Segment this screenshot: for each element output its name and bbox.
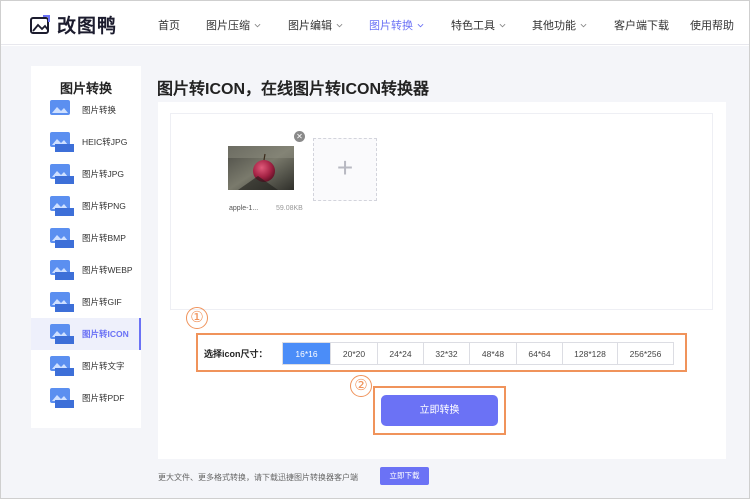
- size-option[interactable]: 16*16: [283, 343, 331, 364]
- nav-home[interactable]: 首页: [158, 17, 180, 33]
- chevron-down-icon: [499, 23, 506, 27]
- sidebar-item-label: 图片转ICON: [82, 329, 129, 339]
- nav-label: 其他功能: [532, 20, 576, 32]
- image-thumbnail: [228, 146, 294, 190]
- sidebar-item-图片转webp[interactable]: 图片转WEBP: [31, 254, 141, 286]
- sidebar-item-图片转jpg[interactable]: 图片转JPG: [31, 158, 141, 190]
- chevron-down-icon: [336, 23, 343, 27]
- size-option[interactable]: 48*48: [470, 343, 517, 364]
- sidebar-item-图片转文字[interactable]: 图片转文字: [31, 350, 141, 382]
- nav-client-download[interactable]: 客户端下载: [614, 17, 669, 33]
- image-png-icon: [50, 196, 74, 216]
- icon-size-options: 16*16 20*20 24*24 32*32 48*48 64*64 128*128 256…: [282, 342, 674, 365]
- nav-label: 使用帮助: [690, 20, 734, 32]
- convert-now-button[interactable]: 立即转换: [381, 395, 498, 426]
- apple-photo-icon: [228, 146, 294, 190]
- sidebar-item-label: 图片转PNG: [82, 201, 126, 211]
- sidebar-item-label: 图片转BMP: [82, 233, 126, 243]
- file-name: apple-1...: [229, 205, 259, 212]
- nav-label: 图片压缩: [206, 20, 250, 32]
- logo-icon: [30, 14, 50, 34]
- chevron-down-icon: [417, 23, 424, 27]
- sidebar-item-label: 图片转WEBP: [82, 265, 133, 275]
- image-pdf-icon: [50, 388, 74, 408]
- nav-label: 首页: [158, 20, 180, 32]
- sidebar-item-label: 图片转PDF: [82, 393, 125, 403]
- size-option[interactable]: 20*20: [331, 343, 378, 364]
- image-jpg-icon: [50, 164, 74, 184]
- file-size: 59.08KB: [276, 205, 303, 212]
- image-convert-icon: [50, 100, 70, 115]
- size-option[interactable]: 128*128: [563, 343, 618, 364]
- sidebar-item-图片转png[interactable]: 图片转PNG: [31, 190, 141, 222]
- sidebar-item-heic转jpg[interactable]: HEIC转JPG: [31, 126, 141, 158]
- step-2-marker: ②: [350, 375, 372, 397]
- nav-label: 特色工具: [451, 20, 495, 32]
- sidebar-item-label: 图片转JPG: [82, 169, 125, 179]
- step-1-marker: ①: [186, 307, 208, 329]
- sidebar-item-label: 图片转GIF: [82, 297, 122, 307]
- remove-image-button[interactable]: ✕: [294, 131, 305, 142]
- download-now-button[interactable]: 立即下载: [380, 467, 429, 485]
- sidebar-item-label: HEIC转JPG: [82, 137, 128, 147]
- size-option[interactable]: 256*256: [618, 343, 673, 364]
- sidebar-item-label: 图片转换: [82, 105, 117, 115]
- nav-help[interactable]: 使用帮助: [690, 17, 734, 33]
- nav-image-convert[interactable]: 图片转换: [369, 17, 424, 33]
- nav-special-tools[interactable]: 特色工具: [451, 17, 506, 33]
- logo-text: 改图鸭: [57, 16, 118, 37]
- top-header: 改图鸭 首页 图片压缩 图片编辑 图片转换 特色工具 其他功能 客户端下载 使用…: [1, 1, 749, 45]
- nav-image-edit[interactable]: 图片编辑: [288, 17, 343, 33]
- nav-label: 图片转换: [369, 20, 413, 32]
- chevron-down-icon: [254, 23, 261, 27]
- chevron-down-icon: [580, 23, 587, 27]
- sidebar-item-图片转bmp[interactable]: 图片转BMP: [31, 222, 141, 254]
- nav-label: 图片编辑: [288, 20, 332, 32]
- size-option[interactable]: 32*32: [424, 343, 470, 364]
- nav-other-features[interactable]: 其他功能: [532, 17, 587, 33]
- image-text-icon: [50, 356, 74, 376]
- size-option[interactable]: 24*24: [378, 343, 424, 364]
- image-webp-icon: [50, 260, 74, 280]
- sidebar-item-图片转icon[interactable]: 图片转ICON: [31, 318, 141, 350]
- sidebar-item-label: 图片转文字: [82, 361, 125, 371]
- sidebar: 图片转换 图片转换 HEIC转JPG 图片转JPG 图片转PNG 图片转BMP 图片转WE…: [31, 66, 141, 428]
- sidebar-item-图片转gif[interactable]: 图片转GIF: [31, 286, 141, 318]
- icon-size-label: 选择icon尺寸：: [204, 349, 268, 359]
- image-bmp-icon: [50, 228, 74, 248]
- page-title: 图片转ICON，在线图片转ICON转换器: [157, 81, 430, 98]
- nav-image-compress[interactable]: 图片压缩: [206, 17, 261, 33]
- logo[interactable]: 改图鸭: [29, 11, 117, 38]
- add-image-button[interactable]: +: [313, 138, 377, 201]
- size-option[interactable]: 64*64: [517, 343, 563, 364]
- plus-icon: +: [336, 152, 354, 183]
- image-gif-icon: [50, 292, 74, 312]
- sidebar-item-图片转pdf[interactable]: 图片转PDF: [31, 382, 141, 414]
- sidebar-item-图片转换[interactable]: 图片转换: [31, 94, 141, 126]
- image-icon-icon: [50, 324, 74, 344]
- footer-note: 更大文件、更多格式转换，请下载迅捷图片转换器客户端: [158, 473, 358, 482]
- nav-label: 客户端下载: [614, 20, 669, 32]
- heic-jpg-icon: [50, 132, 74, 152]
